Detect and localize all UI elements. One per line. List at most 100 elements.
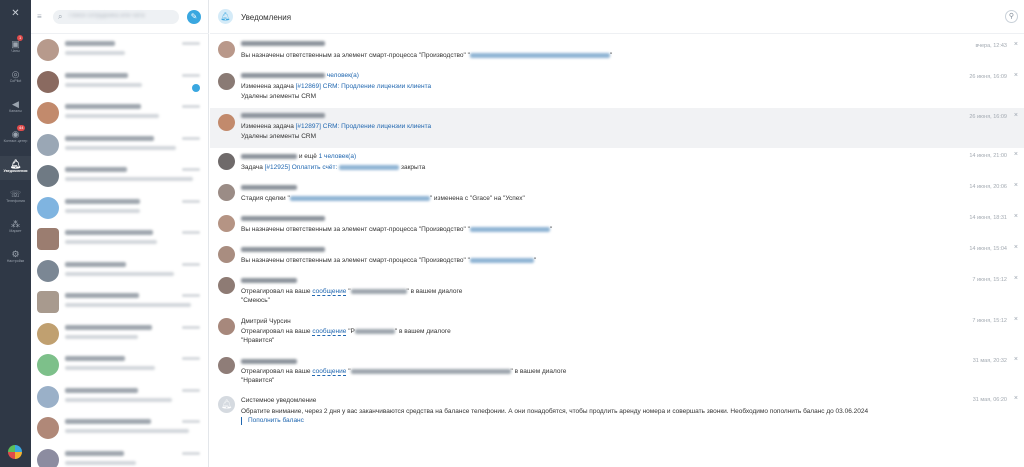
chat-preview	[65, 82, 142, 87]
new-chat-button[interactable]: ✎	[187, 10, 201, 24]
chat-list-item[interactable]	[31, 223, 208, 255]
rail-item-channels[interactable]: ◀ Каналы	[0, 96, 31, 120]
element-link[interactable]	[469, 226, 550, 232]
task-id-link[interactable]: [#12897]	[296, 123, 321, 130]
rail-item-chats[interactable]: ▣ 1 Чаты	[0, 35, 31, 60]
chat-list-item[interactable]	[31, 381, 208, 413]
notification-text: Задача	[241, 164, 265, 171]
task-id-link[interactable]: [#12925]	[265, 164, 290, 171]
participants-link[interactable]: человек(а)	[327, 72, 359, 79]
task-name-link[interactable]: CRM: Продление лицензии клиента	[323, 123, 431, 130]
notifications-header: 🔔︎ Уведомления ⚲	[210, 0, 1024, 34]
notification-time: 31 мая, 06:20	[972, 397, 1007, 403]
rail-item-market[interactable]: ⁂ Маркет	[0, 216, 31, 240]
avatar	[218, 184, 235, 201]
notification-item[interactable]: Изменена задача [#12897] CRM: Продление …	[210, 108, 1024, 148]
rail-item-contact-center[interactable]: ◉ 44 Контакт-центр	[0, 125, 31, 150]
notification-time: 31 мая, 20:32	[972, 358, 1007, 364]
notification-item[interactable]: Стадия сделки " " изменена с "Grace" на "…	[210, 180, 1024, 210]
chat-name	[65, 356, 125, 361]
sender-name	[241, 215, 325, 221]
notification-item[interactable]: Отреагировал на ваше сообщение " " в ваше…	[210, 355, 1024, 395]
close-icon[interactable]: ×	[1014, 316, 1018, 323]
chat-time	[182, 388, 200, 392]
deal-link[interactable]	[289, 195, 430, 201]
chat-list-item[interactable]	[31, 97, 208, 129]
close-icon[interactable]: ✕	[0, 8, 31, 19]
notification-time: 14 июня, 21:00	[969, 153, 1007, 159]
chat-preview	[65, 366, 155, 370]
chat-list-item[interactable]	[31, 160, 208, 192]
chat-name	[65, 261, 126, 267]
notification-item[interactable]: Вы назначены ответственным за элемент см…	[210, 211, 1024, 241]
chat-list-item[interactable]	[31, 66, 208, 98]
close-icon[interactable]: ×	[1014, 213, 1018, 220]
close-icon[interactable]: ×	[1014, 41, 1018, 48]
task-id-link[interactable]: [#12869]	[296, 83, 321, 90]
filter-icon[interactable]: ⚲	[1005, 10, 1018, 23]
task-name-link[interactable]: Оплатить счёт:	[292, 164, 338, 171]
chat-list-item[interactable]	[31, 255, 208, 287]
avatar	[218, 215, 235, 232]
element-link[interactable]	[469, 257, 534, 263]
system-notification[interactable]: 🔔︎ Системное уведомление Обратите вниман…	[210, 394, 1024, 434]
participants-link[interactable]: 1 человек(а)	[319, 153, 356, 160]
close-icon[interactable]: ×	[1014, 244, 1018, 251]
chat-name	[65, 167, 127, 172]
chat-list-item[interactable]	[31, 286, 208, 318]
avatar	[218, 246, 235, 263]
notification-time: 14 июня, 20:06	[969, 184, 1007, 190]
avatar	[37, 354, 59, 376]
message-link[interactable]: сообщение	[312, 328, 347, 336]
avatar	[37, 322, 59, 345]
sender-name	[241, 246, 325, 252]
rail-item-notifications[interactable]: 🔔︎ Уведомления	[0, 156, 31, 180]
chat-time	[182, 231, 200, 234]
chat-preview	[65, 114, 159, 118]
chat-list-item[interactable]	[31, 349, 208, 381]
close-icon[interactable]: ×	[1014, 112, 1018, 119]
rail-item-telephony[interactable]: ☏ Телефония	[0, 186, 31, 210]
close-icon[interactable]: ×	[1014, 72, 1018, 79]
chat-list-item[interactable]	[31, 129, 208, 161]
notification-item[interactable]: Дмитрий Чурсин Отреагировал на ваше сооб…	[210, 314, 1024, 354]
close-icon[interactable]: ×	[1014, 182, 1018, 189]
chat-list-item[interactable]	[31, 444, 208, 467]
chat-list-item[interactable]	[31, 192, 208, 224]
message-link[interactable]: сообщение	[312, 368, 347, 376]
sender-name	[241, 72, 325, 78]
close-icon[interactable]: ×	[1014, 395, 1018, 402]
chat-time	[182, 105, 200, 108]
close-icon[interactable]: ×	[1014, 275, 1018, 282]
chat-list-item[interactable]	[31, 412, 208, 444]
notification-item[interactable]: Вы назначены ответственным за элемент см…	[210, 242, 1024, 272]
notification-time: 26 июня, 16:09	[969, 74, 1007, 80]
chat-time	[182, 136, 200, 140]
notification-item[interactable]: и ещё 1 человек(а) Задача [#12925] Оплат…	[210, 149, 1024, 179]
chat-time	[182, 262, 200, 266]
menu-icon[interactable]: ≡	[37, 12, 42, 21]
chat-list-item[interactable]	[31, 34, 208, 66]
close-icon[interactable]: ×	[1014, 151, 1018, 158]
chat-list-item[interactable]	[31, 318, 208, 350]
rail-item-settings[interactable]: ⚙ Настройки	[0, 246, 31, 270]
close-icon[interactable]: ×	[1014, 356, 1018, 363]
notification-item[interactable]: человек(а) Изменена задача [#12869] CRM:…	[210, 68, 1024, 108]
user-avatar[interactable]	[8, 445, 22, 459]
chat-list-panel: ≡ ⌕ Поиск сотрудника или чата ✎	[31, 0, 209, 467]
chat-preview	[65, 145, 176, 150]
search-input[interactable]: ⌕ Поиск сотрудника или чата	[53, 10, 179, 24]
avatar	[37, 196, 59, 219]
element-link[interactable]	[469, 52, 610, 58]
chat-preview	[65, 334, 138, 339]
top-up-balance-link[interactable]: Пополнить баланс	[241, 417, 304, 425]
reaction-text: "Смеюсь"	[241, 297, 270, 304]
message-link[interactable]: сообщение	[312, 288, 347, 296]
bell-icon: 🔔︎	[218, 396, 235, 413]
task-name-link[interactable]: CRM: Продление лицензии клиента	[323, 83, 431, 90]
notification-item[interactable]: Отреагировал на ваше сообщение " " в ваше…	[210, 273, 1024, 313]
notification-item[interactable]: Вы назначены ответственным за элемент см…	[210, 36, 1024, 66]
rail-item-copilot[interactable]: ◎ CoPilot	[0, 66, 31, 90]
notification-time: 14 июня, 15:04	[969, 246, 1007, 252]
chat-preview	[65, 240, 157, 244]
